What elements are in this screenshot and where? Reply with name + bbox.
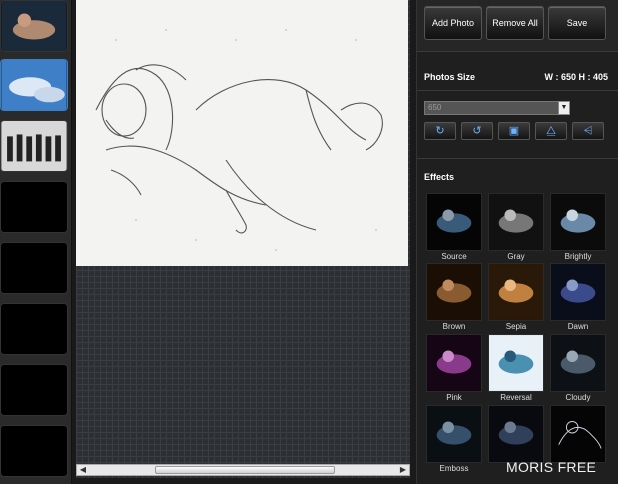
- thumbnail-empty-slot[interactable]: [0, 425, 68, 477]
- effect-thumbnail: [426, 263, 482, 321]
- divider: [417, 90, 618, 91]
- effect-label: Emboss: [439, 464, 469, 473]
- thumbnail-empty-slot[interactable]: [0, 364, 68, 416]
- chevron-down-icon[interactable]: ▼: [558, 101, 570, 115]
- divider: [417, 158, 618, 159]
- effect-thumbnail: [488, 263, 544, 321]
- effect-thumbnail: [426, 405, 482, 463]
- photo-canvas[interactable]: ◀ ▶: [76, 0, 410, 478]
- photos-size-title: Photos Size: [424, 72, 476, 82]
- effect-thumbnail: [550, 405, 606, 463]
- effect-pink[interactable]: Pink: [425, 334, 483, 404]
- effect-label: Reversal: [500, 393, 532, 402]
- effect-thumbnail: [488, 334, 544, 392]
- thumbnail-empty-slot[interactable]: [0, 303, 68, 355]
- editor-panel: Add Photo Remove All Save Photos Size W …: [416, 0, 618, 484]
- effect-emboss[interactable]: Emboss: [425, 405, 483, 475]
- photo-size-readout: W : 650 H : 405: [544, 72, 608, 82]
- scroll-right-icon[interactable]: ▶: [397, 465, 409, 475]
- effect-brown[interactable]: Brown: [425, 263, 483, 333]
- thumbnail-photo-1[interactable]: [0, 0, 68, 52]
- effect-thumbnail: [488, 405, 544, 463]
- effect-label: Dawn: [567, 322, 589, 331]
- effect-dawn[interactable]: Dawn: [549, 263, 607, 333]
- effect-thumbnail: [550, 193, 606, 251]
- effect-sepia[interactable]: Sepia: [487, 263, 545, 333]
- scrollbar-thumb[interactable]: [155, 466, 335, 474]
- watermark: MORIS FREE: [506, 459, 597, 475]
- effect-brightly[interactable]: Brightly: [549, 193, 607, 263]
- effect-thumbnail: [550, 334, 606, 392]
- effect-label: Cloudy: [565, 393, 591, 402]
- effect-label: Brightly: [564, 252, 592, 261]
- effect-label: Brown: [442, 322, 466, 331]
- effect-thumbnail: [488, 193, 544, 251]
- edited-photo: [76, 0, 408, 266]
- top-toolbar: Add Photo Remove All Save: [417, 0, 618, 52]
- thumbnail-empty-slot[interactable]: [0, 242, 68, 294]
- horizontal-scrollbar[interactable]: ◀ ▶: [76, 464, 410, 476]
- effect-label: Pink: [446, 393, 462, 402]
- save-button[interactable]: Save: [548, 6, 606, 40]
- thumbnail-strip: [0, 0, 72, 484]
- effect-cloudy[interactable]: Cloudy: [549, 334, 607, 404]
- thumbnail-photo-3[interactable]: [0, 120, 68, 172]
- flip-horizontal-icon[interactable]: ⩤: [572, 122, 604, 140]
- rotate-right-icon[interactable]: ↻: [424, 122, 456, 140]
- effect-label: Gray: [507, 252, 525, 261]
- add-photo-button[interactable]: Add Photo: [424, 6, 482, 40]
- effect-gray[interactable]: Gray: [487, 193, 545, 263]
- size-select[interactable]: 650 ▼: [424, 101, 570, 115]
- thumbnail-empty-slot[interactable]: [0, 181, 68, 233]
- remove-all-button[interactable]: Remove All: [486, 6, 544, 40]
- scroll-left-icon[interactable]: ◀: [77, 465, 89, 475]
- effect-thumbnail: [426, 193, 482, 251]
- crop-icon[interactable]: ▣: [498, 122, 530, 140]
- effects-title: Effects: [424, 172, 455, 182]
- size-select-value: 650: [428, 103, 442, 112]
- effect-label: Sepia: [505, 322, 527, 331]
- effect-reversal[interactable]: Reversal: [487, 334, 545, 404]
- flip-vertical-icon[interactable]: ⧋: [535, 122, 567, 140]
- effect-label: Source: [441, 252, 467, 261]
- effect-thumbnail: [550, 263, 606, 321]
- effect-source[interactable]: Source: [425, 193, 483, 263]
- thumbnail-photo-2[interactable]: [0, 59, 68, 111]
- effect-thumbnail: [426, 334, 482, 392]
- rotate-left-icon[interactable]: ↺: [461, 122, 493, 140]
